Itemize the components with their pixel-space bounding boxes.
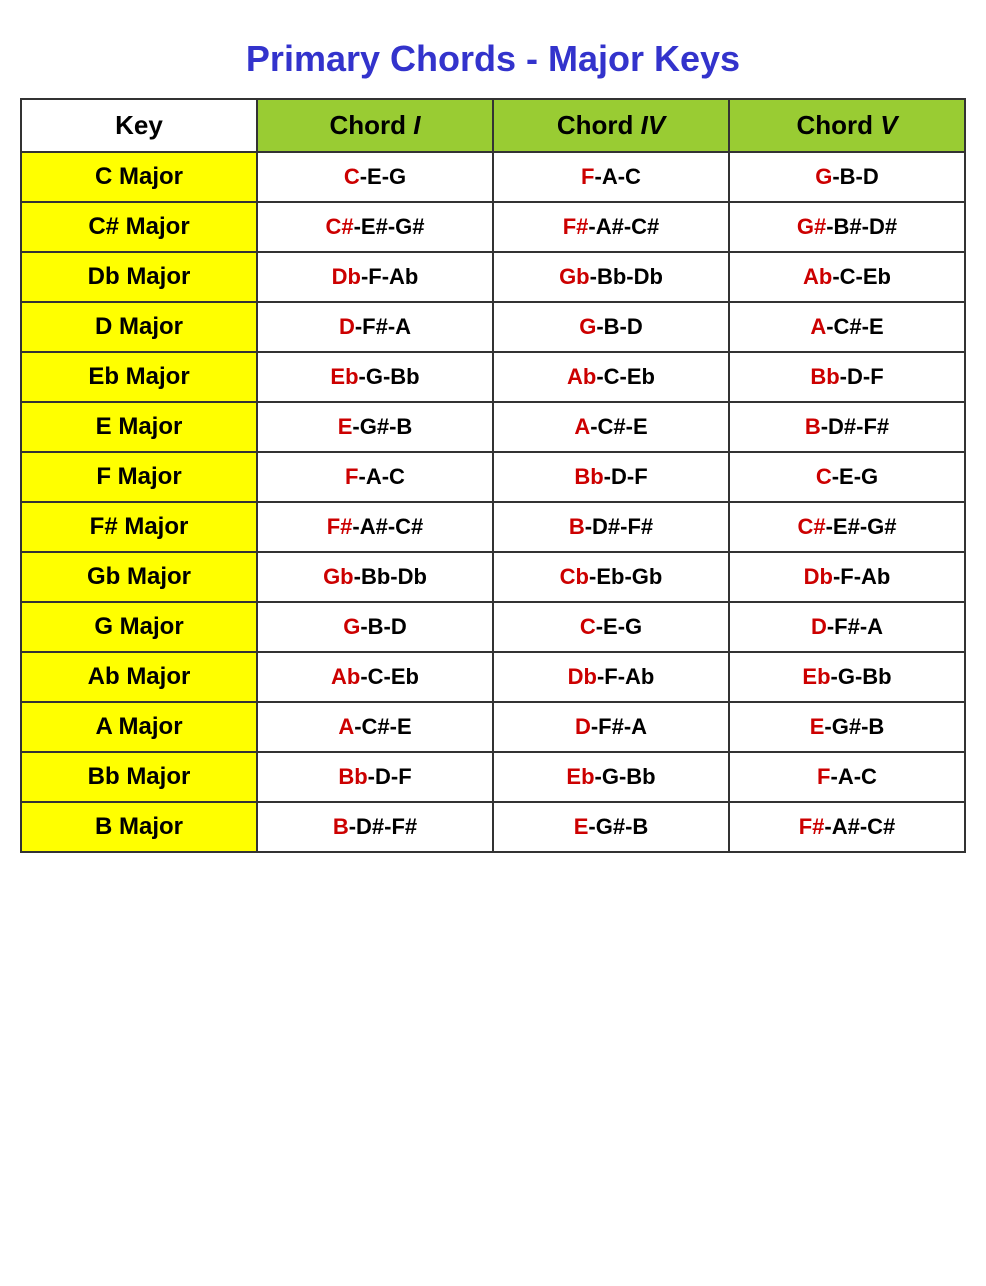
key-cell: D Major — [21, 302, 257, 352]
key-cell: Db Major — [21, 252, 257, 302]
chord1-cell: G-B-D — [257, 602, 493, 652]
header-chord1: Chord I — [257, 99, 493, 152]
key-cell: Gb Major — [21, 552, 257, 602]
chord4-cell: D-F#-A — [493, 702, 729, 752]
chord5-cell: F-A-C — [729, 752, 965, 802]
chord4-cell: Eb-G-Bb — [493, 752, 729, 802]
chord4-cell: E-G#-B — [493, 802, 729, 852]
chord4-cell: Cb-Eb-Gb — [493, 552, 729, 602]
chord1-cell: C-E-G — [257, 152, 493, 202]
chord5-cell: Eb-G-Bb — [729, 652, 965, 702]
key-cell: F# Major — [21, 502, 257, 552]
chord1-cell: Eb-G-Bb — [257, 352, 493, 402]
chord1-cell: Bb-D-F — [257, 752, 493, 802]
key-cell: A Major — [21, 702, 257, 752]
chord4-cell: Bb-D-F — [493, 452, 729, 502]
table-row: Db MajorDb-F-AbGb-Bb-DbAb-C-Eb — [21, 252, 965, 302]
chord5-cell: F#-A#-C# — [729, 802, 965, 852]
chord4-cell: F-A-C — [493, 152, 729, 202]
chord1-cell: F#-A#-C# — [257, 502, 493, 552]
header-chord5: Chord V — [729, 99, 965, 152]
chord1-cell: Gb-Bb-Db — [257, 552, 493, 602]
chord1-cell: A-C#-E — [257, 702, 493, 752]
table-body: C MajorC-E-GF-A-CG-B-DC# MajorC#-E#-G#F#… — [21, 152, 965, 852]
chord1-cell: Db-F-Ab — [257, 252, 493, 302]
key-cell: G Major — [21, 602, 257, 652]
chord1-cell: F-A-C — [257, 452, 493, 502]
chord5-cell: C-E-G — [729, 452, 965, 502]
chord1-cell: Ab-C-Eb — [257, 652, 493, 702]
table-row: D MajorD-F#-AG-B-DA-C#-E — [21, 302, 965, 352]
chord1-cell: E-G#-B — [257, 402, 493, 452]
table-row: F MajorF-A-CBb-D-FC-E-G — [21, 452, 965, 502]
chord5-cell: E-G#-B — [729, 702, 965, 752]
table-row: C MajorC-E-GF-A-CG-B-D — [21, 152, 965, 202]
table-row: F# MajorF#-A#-C#B-D#-F#C#-E#-G# — [21, 502, 965, 552]
key-cell: Ab Major — [21, 652, 257, 702]
key-cell: F Major — [21, 452, 257, 502]
chord1-cell: B-D#-F# — [257, 802, 493, 852]
key-cell: C Major — [21, 152, 257, 202]
table-row: Gb MajorGb-Bb-DbCb-Eb-GbDb-F-Ab — [21, 552, 965, 602]
chord-table: Key Chord I Chord IV Chord V C MajorC-E-… — [20, 98, 966, 853]
table-row: Bb MajorBb-D-FEb-G-BbF-A-C — [21, 752, 965, 802]
chord5-cell: Bb-D-F — [729, 352, 965, 402]
chord4-cell: F#-A#-C# — [493, 202, 729, 252]
table-row: E MajorE-G#-BA-C#-EB-D#-F# — [21, 402, 965, 452]
chord4-cell: B-D#-F# — [493, 502, 729, 552]
page-title: Primary Chords - Major Keys — [20, 20, 966, 98]
chord4-cell: A-C#-E — [493, 402, 729, 452]
table-row: Eb MajorEb-G-BbAb-C-EbBb-D-F — [21, 352, 965, 402]
table-row: A MajorA-C#-ED-F#-AE-G#-B — [21, 702, 965, 752]
chord5-cell: Ab-C-Eb — [729, 252, 965, 302]
chord4-cell: Ab-C-Eb — [493, 352, 729, 402]
header-key: Key — [21, 99, 257, 152]
key-cell: E Major — [21, 402, 257, 452]
chord5-cell: A-C#-E — [729, 302, 965, 352]
key-cell: B Major — [21, 802, 257, 852]
chord5-cell: G#-B#-D# — [729, 202, 965, 252]
chord4-cell: Gb-Bb-Db — [493, 252, 729, 302]
page-container: Primary Chords - Major Keys Key Chord I … — [20, 20, 966, 853]
header-row: Key Chord I Chord IV Chord V — [21, 99, 965, 152]
table-row: C# MajorC#-E#-G#F#-A#-C#G#-B#-D# — [21, 202, 965, 252]
header-chord4: Chord IV — [493, 99, 729, 152]
table-row: G MajorG-B-DC-E-GD-F#-A — [21, 602, 965, 652]
chord5-cell: D-F#-A — [729, 602, 965, 652]
chord5-cell: C#-E#-G# — [729, 502, 965, 552]
key-cell: Eb Major — [21, 352, 257, 402]
chord5-cell: G-B-D — [729, 152, 965, 202]
chord4-cell: Db-F-Ab — [493, 652, 729, 702]
chord4-cell: C-E-G — [493, 602, 729, 652]
key-cell: Bb Major — [21, 752, 257, 802]
chord1-cell: D-F#-A — [257, 302, 493, 352]
table-row: B MajorB-D#-F#E-G#-BF#-A#-C# — [21, 802, 965, 852]
key-cell: C# Major — [21, 202, 257, 252]
chord5-cell: B-D#-F# — [729, 402, 965, 452]
chord5-cell: Db-F-Ab — [729, 552, 965, 602]
chord4-cell: G-B-D — [493, 302, 729, 352]
chord1-cell: C#-E#-G# — [257, 202, 493, 252]
table-row: Ab MajorAb-C-EbDb-F-AbEb-G-Bb — [21, 652, 965, 702]
